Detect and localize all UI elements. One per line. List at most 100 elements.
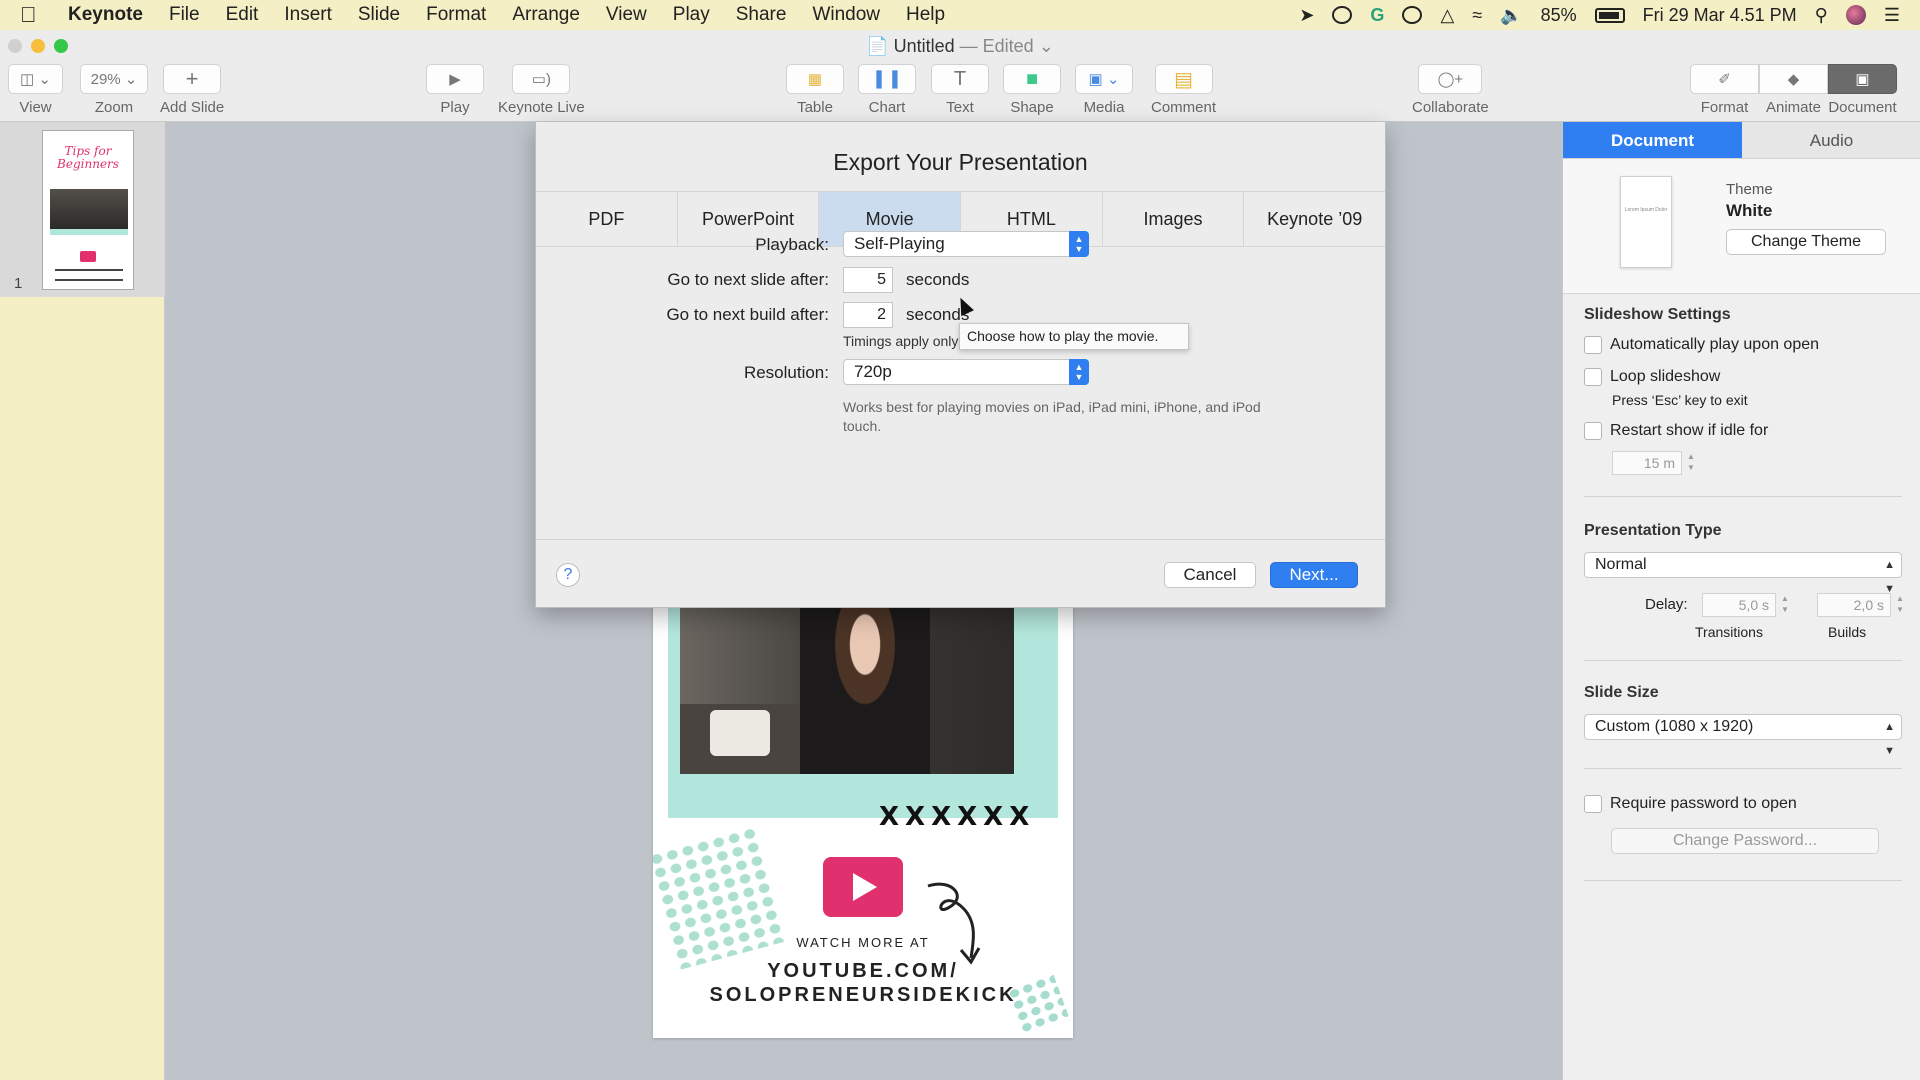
cancel-button[interactable]: Cancel (1164, 562, 1256, 588)
notification-center-icon[interactable]: ☰ (1884, 5, 1900, 26)
text-control: T Text (931, 64, 989, 116)
next-slide-seconds-input[interactable]: 5 (843, 267, 893, 293)
menu-edit[interactable]: Edit (213, 4, 272, 26)
volume-icon[interactable]: 🔈 (1500, 5, 1522, 26)
section-divider (1584, 880, 1902, 881)
add-slide-button[interactable]: + (163, 64, 222, 94)
paintbrush-icon: ✐ (1718, 71, 1731, 88)
screen-record-icon[interactable] (1332, 6, 1353, 24)
loop-slideshow-checkbox[interactable]: Loop slideshow (1584, 368, 1720, 386)
playback-select[interactable]: Self-Playing ▲ ▼ (843, 231, 1089, 257)
menu-insert[interactable]: Insert (271, 4, 345, 26)
presentation-type-value: Normal (1595, 556, 1647, 573)
thumbnail-text-lines (55, 269, 123, 281)
format-inspector-button[interactable]: ✐ (1690, 64, 1759, 94)
play-button[interactable]: ▶ (426, 64, 484, 94)
next-button[interactable]: Next... (1270, 562, 1358, 588)
watch-more-text: WATCH MORE AT (796, 935, 930, 950)
decorative-x-marks: XXXXXX (879, 802, 1036, 832)
battery-icon[interactable] (1594, 7, 1625, 23)
shape-icon: ■ (1025, 67, 1039, 90)
table-button[interactable]: ▦ (786, 64, 844, 94)
text-button[interactable]: T (931, 64, 989, 94)
document-inspector: Document Audio Lorem Ipsum Dolor Theme W… (1562, 122, 1920, 1080)
play-label: Play (440, 99, 470, 116)
playback-label: Playback: (755, 235, 829, 254)
grammarly-icon[interactable]: G (1370, 5, 1384, 26)
document-title[interactable]: 📄 Untitled — Edited ⌄ (0, 36, 1920, 57)
shape-button[interactable]: ■ (1003, 64, 1061, 94)
presenter-photo[interactable] (680, 608, 1014, 774)
transitions-stepper-icon[interactable]: ▲ ▼ (1779, 593, 1791, 617)
collaborate-button[interactable]: ◯+ (1418, 64, 1483, 94)
menu-bar:  Keynote File Edit Insert Slide Format … (0, 0, 1920, 30)
tab-document[interactable]: Document (1563, 122, 1742, 158)
help-button[interactable]: ? (556, 563, 580, 587)
spotlight-search-icon[interactable]: ⚲ (1815, 5, 1828, 26)
slide-number: 1 (14, 275, 23, 292)
popup-arrows-icon: ▲ ▼ (1069, 231, 1089, 257)
resolution-value: 720p (854, 362, 892, 381)
broadcast-icon: ▭) (531, 71, 551, 88)
menu-share[interactable]: Share (723, 4, 800, 26)
slide-size-heading: Slide Size (1584, 684, 1659, 701)
slide-canvas[interactable]: XXXXXX WATCH MORE AT YOUTUBE.COM/ SOLOPR… (653, 560, 1073, 1038)
document-inspector-button[interactable]: ▣ (1828, 64, 1897, 94)
next-build-seconds-input[interactable]: 2 (843, 302, 893, 328)
inspector-labels: Format Animate Document (1690, 94, 1897, 116)
animate-inspector-button[interactable]: ◆ (1759, 64, 1828, 94)
restart-idle-checkbox[interactable]: Restart show if idle for (1584, 422, 1768, 440)
auto-play-checkbox[interactable]: Automatically play upon open (1584, 336, 1819, 354)
builds-delay-input[interactable]: 2,0 s (1817, 593, 1891, 617)
menu-help[interactable]: Help (893, 4, 958, 26)
menu-format[interactable]: Format (413, 4, 499, 26)
theme-section: Lorem Ipsum Dolor Theme White Change The… (1563, 159, 1920, 294)
curly-arrow-icon (927, 882, 981, 965)
require-password-checkbox[interactable]: Require password to open (1584, 795, 1797, 813)
pillow-shape (710, 710, 770, 756)
status-area: ➤ G △ ≈ 🔈 85% Fri 29 Mar 4.51 PM ⚲ ☰ (1299, 0, 1900, 30)
menu-play[interactable]: Play (660, 4, 723, 26)
tab-audio[interactable]: Audio (1742, 122, 1920, 158)
keynote-live-button[interactable]: ▭) (512, 64, 571, 94)
loop-hint: Press ‘Esc’ key to exit (1612, 392, 1748, 408)
menu-clock[interactable]: Fri 29 Mar 4.51 PM (1643, 5, 1797, 26)
tab-images[interactable]: Images (1102, 192, 1245, 246)
zoom-value: 29% (90, 70, 121, 88)
airplay-icon[interactable]: △ (1440, 5, 1454, 26)
checkbox-icon (1584, 336, 1602, 354)
menu-file[interactable]: File (156, 4, 213, 26)
idle-minutes-input[interactable]: 15 m (1612, 451, 1682, 475)
presentation-type-select[interactable]: Normal ▲ ▼ (1584, 552, 1902, 595)
tab-keynote-09[interactable]: Keynote ’09 (1244, 192, 1386, 246)
view-button[interactable]: ◫ ⌄ (8, 64, 63, 94)
document-icon: 📄 (866, 36, 889, 56)
table-control: ▦ Table (786, 64, 844, 116)
change-theme-button[interactable]: Change Theme (1726, 229, 1886, 255)
checkbox-icon (1584, 368, 1602, 386)
window-toolbar: 📄 Untitled — Edited ⌄ ◫ ⌄ View 29% ⌄ Zoo… (0, 30, 1920, 122)
change-password-button[interactable]: Change Password... (1611, 828, 1879, 854)
menu-window[interactable]: Window (799, 4, 893, 26)
menu-view[interactable]: View (593, 4, 660, 26)
idle-stepper-icon[interactable]: ▲ ▼ (1685, 451, 1697, 475)
chart-button[interactable]: ▌▐ (858, 64, 916, 94)
siri-icon[interactable] (1845, 5, 1866, 25)
location-icon[interactable]: ➤ (1299, 5, 1314, 26)
apple-menu-icon[interactable]:  (20, 2, 50, 28)
comment-button[interactable]: ▤ (1154, 64, 1213, 94)
slide-thumbnail[interactable]: Tips for Beginners (42, 130, 134, 290)
shape-label: Shape (1010, 99, 1054, 116)
builds-stepper-icon[interactable]: ▲ ▼ (1894, 593, 1906, 617)
slideshow-settings-heading: Slideshow Settings (1584, 306, 1731, 323)
menu-arrange[interactable]: Arrange (499, 4, 593, 26)
resolution-select[interactable]: 720p ▲ ▼ (843, 359, 1089, 385)
slide-size-select[interactable]: Custom (1080 x 1920) ▲ ▼ (1584, 714, 1902, 757)
creative-cloud-icon[interactable] (1402, 6, 1423, 24)
menu-app-name[interactable]: Keynote (50, 4, 156, 26)
transitions-delay-input[interactable]: 5,0 s (1702, 593, 1776, 617)
wifi-icon[interactable]: ≈ (1472, 5, 1482, 26)
media-button[interactable]: ▣ ⌄ (1075, 64, 1133, 94)
zoom-select[interactable]: 29% ⌄ (80, 64, 148, 94)
menu-slide[interactable]: Slide (345, 4, 413, 26)
